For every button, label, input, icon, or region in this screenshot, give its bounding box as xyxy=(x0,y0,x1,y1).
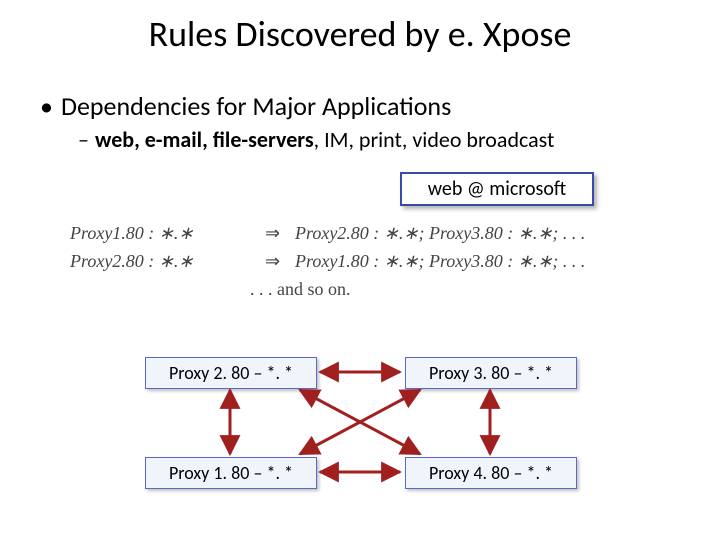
bullet-dash-icon: – xyxy=(78,126,89,153)
bullet-level2: –web, e-mail, file-servers, IM, print, v… xyxy=(78,126,554,153)
bullet-level1: •Dependencies for Major Applications xyxy=(40,90,451,122)
bullet-dot-icon: • xyxy=(40,90,53,122)
math-r2-right: Proxy1.80 : ∗.∗; Proxy3.80 : ∗.∗; . . . xyxy=(295,248,650,276)
bullet2-bold: web, e-mail, file-servers xyxy=(95,126,314,153)
math-r3: . . . and so on. xyxy=(250,276,650,304)
math-r2-left: Proxy2.80 : ∗.∗ xyxy=(70,248,250,276)
implies-icon: ⇒ xyxy=(250,248,295,276)
math-r1-right: Proxy2.80 : ∗.∗; Proxy3.80 : ∗.∗; . . . xyxy=(295,220,650,248)
node-proxy2: Proxy 2. 80 – *. * xyxy=(145,357,317,389)
bullet1-text: Dependencies for Major Applications xyxy=(61,90,451,122)
math-r1-left: Proxy1.80 : ∗.∗ xyxy=(70,220,250,248)
node-proxy1: Proxy 1. 80 – *. * xyxy=(145,457,317,489)
slide-title: Rules Discovered by e. Xpose xyxy=(0,12,720,56)
rules-math-block: Proxy1.80 : ∗.∗ ⇒ Proxy2.80 : ∗.∗; Proxy… xyxy=(70,220,650,304)
context-badge: web @ microsoft xyxy=(400,172,594,206)
node-proxy4: Proxy 4. 80 – *. * xyxy=(405,457,577,489)
implies-icon: ⇒ xyxy=(250,220,295,248)
node-proxy3: Proxy 3. 80 – *. * xyxy=(405,357,577,389)
bullet2-rest: , IM, print, video broadcast xyxy=(314,126,555,153)
